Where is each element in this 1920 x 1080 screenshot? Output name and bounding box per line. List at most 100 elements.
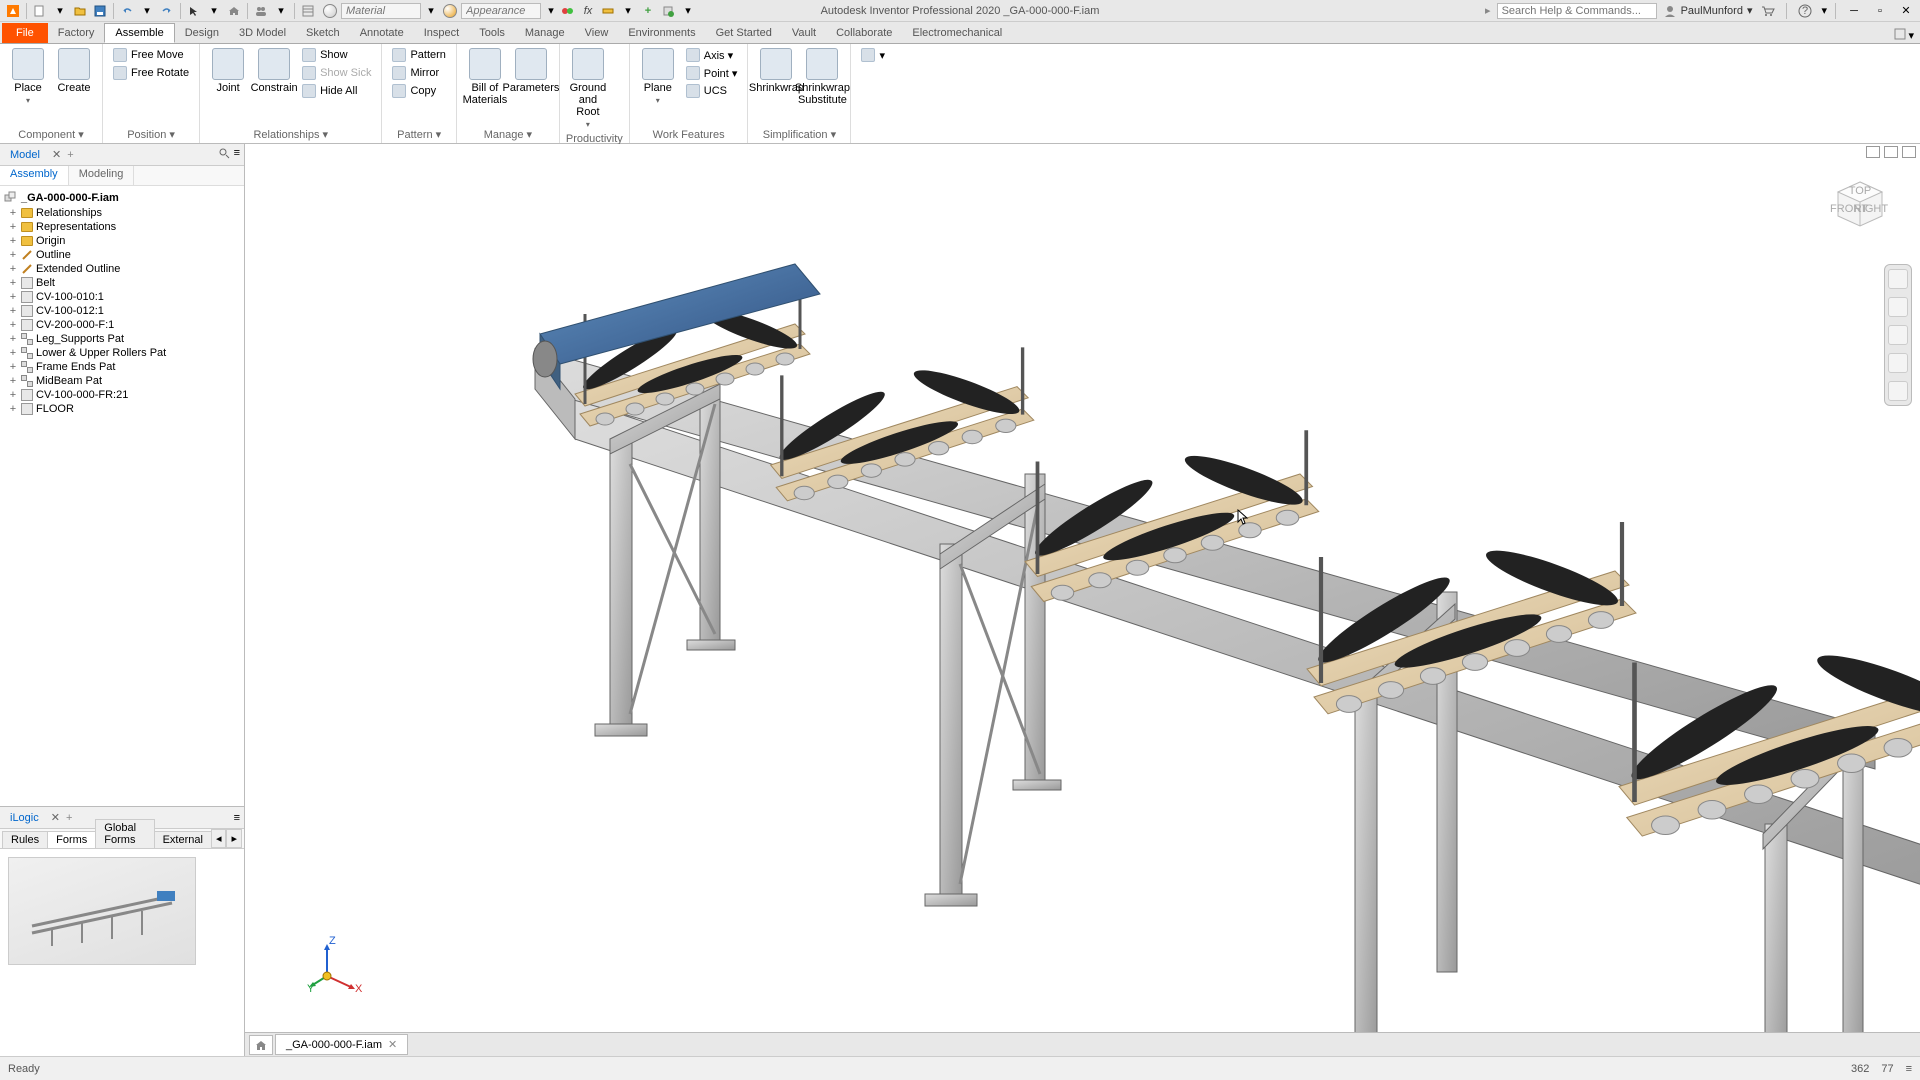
app-menu-icon[interactable]: [4, 2, 22, 20]
chevron-down-icon[interactable]: ▾: [1908, 29, 1914, 42]
tab-tools[interactable]: Tools: [469, 23, 515, 43]
expander-icon[interactable]: +: [8, 207, 18, 219]
tab-inspect[interactable]: Inspect: [414, 23, 469, 43]
expander-icon[interactable]: +: [8, 403, 18, 415]
tab-assemble[interactable]: Assemble: [104, 23, 174, 43]
expander-icon[interactable]: +: [8, 347, 18, 359]
tree-item[interactable]: +FLOOR: [2, 402, 242, 416]
document-tab[interactable]: _GA-000-000-F.iam ✕: [275, 1034, 408, 1055]
tree-item[interactable]: +CV-100-012:1: [2, 304, 242, 318]
add-tab-icon[interactable]: +: [67, 149, 73, 161]
redo-icon[interactable]: [158, 2, 176, 20]
tab-environments[interactable]: Environments: [618, 23, 705, 43]
ilogic-tab-external[interactable]: External: [154, 831, 212, 848]
status-menu-icon[interactable]: ≡: [1906, 1063, 1912, 1075]
expander-icon[interactable]: +: [8, 263, 18, 275]
tree-item[interactable]: +CV-200-000-F:1: [2, 318, 242, 332]
point---button[interactable]: Point ▾: [682, 64, 742, 82]
open-icon[interactable]: [71, 2, 89, 20]
ground-and-root-button[interactable]: Ground and Root: [566, 46, 610, 131]
expander-icon[interactable]: +: [8, 375, 18, 387]
orbit-icon[interactable]: [1888, 353, 1908, 373]
minimize-icon[interactable]: ─: [1844, 3, 1864, 19]
close-icon[interactable]: ✕: [51, 811, 60, 824]
chevron-down-icon[interactable]: ▾: [619, 2, 637, 20]
show-button[interactable]: Show: [298, 46, 375, 64]
tree-item[interactable]: +Lower & Upper Rollers Pat: [2, 346, 242, 360]
chevron-down-icon[interactable]: ▾: [1821, 4, 1827, 17]
shrinkwrap-substitute-button[interactable]: Shrinkwrap Substitute: [800, 46, 844, 108]
model-tab[interactable]: Model: [4, 147, 46, 163]
plane-button[interactable]: Plane: [636, 46, 680, 107]
ilogic-tab-forms[interactable]: Forms: [47, 831, 96, 848]
ilogic-tab[interactable]: iLogic: [4, 810, 45, 826]
file-tab[interactable]: File: [2, 23, 48, 43]
lookat-icon[interactable]: [1888, 381, 1908, 401]
chevron-down-icon[interactable]: ▾: [272, 2, 290, 20]
color-balls-icon[interactable]: [559, 2, 577, 20]
axis---button[interactable]: Axis ▾: [682, 46, 742, 64]
restore-icon[interactable]: ▫: [1870, 3, 1890, 19]
3d-viewport[interactable]: TOP FRONT RIGHT Z X Y _GA-000-000-F.iam …: [245, 144, 1920, 1056]
team-icon[interactable]: [252, 2, 270, 20]
place-button[interactable]: Place: [6, 46, 50, 107]
properties-icon[interactable]: [299, 2, 317, 20]
tab-scroll-icon[interactable]: ◂: [211, 829, 227, 848]
tree-root[interactable]: _GA-000-000-F.iam: [2, 190, 242, 206]
save-icon[interactable]: [91, 2, 109, 20]
expander-icon[interactable]: +: [8, 333, 18, 345]
viewport-maximize-icon[interactable]: [1884, 146, 1898, 158]
tree-item[interactable]: +Belt: [2, 276, 242, 290]
help-search-input[interactable]: [1497, 3, 1657, 19]
tree-item[interactable]: +Origin: [2, 234, 242, 248]
tab-get-started[interactable]: Get Started: [706, 23, 782, 43]
add-tab-icon[interactable]: +: [66, 812, 72, 824]
expander-icon[interactable]: +: [8, 277, 18, 289]
material-selector[interactable]: ▾: [323, 3, 437, 19]
expander-icon[interactable]: +: [8, 221, 18, 233]
parameters-button[interactable]: Parameters: [509, 46, 553, 96]
chevron-down-icon[interactable]: ▾: [679, 2, 697, 20]
menu-icon[interactable]: ≡: [234, 147, 240, 162]
tab-3d-model[interactable]: 3D Model: [229, 23, 296, 43]
chevron-down-icon[interactable]: ▾: [205, 2, 223, 20]
tab-collaborate[interactable]: Collaborate: [826, 23, 902, 43]
tab-electromechanical[interactable]: Electromechanical: [902, 23, 1012, 43]
plus-icon[interactable]: +: [639, 2, 657, 20]
select-icon[interactable]: [185, 2, 203, 20]
tab-annotate[interactable]: Annotate: [350, 23, 414, 43]
expander-icon[interactable]: +: [8, 305, 18, 317]
new-icon[interactable]: [31, 2, 49, 20]
tab-view[interactable]: View: [575, 23, 619, 43]
chevron-down-icon[interactable]: ▾: [51, 2, 69, 20]
close-icon[interactable]: ✕: [1896, 3, 1916, 19]
tree-item[interactable]: +CV-100-010:1: [2, 290, 242, 304]
home-tab-icon[interactable]: [249, 1035, 273, 1055]
chevron-down-icon[interactable]: ▾: [138, 2, 156, 20]
help-icon[interactable]: ?: [1795, 3, 1815, 19]
tab-vault[interactable]: Vault: [782, 23, 826, 43]
fx-icon[interactable]: fx: [579, 2, 597, 20]
expander-icon[interactable]: +: [8, 249, 18, 261]
ucs-button[interactable]: UCS: [682, 82, 742, 100]
tab-factory[interactable]: Factory: [48, 23, 105, 43]
pattern-button[interactable]: Pattern: [388, 46, 449, 64]
chevron-down-icon[interactable]: ▾: [1747, 4, 1753, 17]
ribbon-overflow-button[interactable]: ▾: [857, 46, 889, 64]
ilogic-tab-global-forms[interactable]: Global Forms: [95, 819, 154, 848]
steering-wheel-icon[interactable]: [1888, 269, 1908, 289]
tree-item[interactable]: +Frame Ends Pat: [2, 360, 242, 374]
tab-scroll-icon[interactable]: ▸: [226, 829, 242, 848]
tab-design[interactable]: Design: [175, 23, 229, 43]
mirror-button[interactable]: Mirror: [388, 64, 449, 82]
tab-manage[interactable]: Manage: [515, 23, 575, 43]
ilogic-tab-rules[interactable]: Rules: [2, 831, 48, 848]
cart-icon[interactable]: [1758, 3, 1778, 19]
tree-item[interactable]: +Leg_Supports Pat: [2, 332, 242, 346]
create-button[interactable]: Create: [52, 46, 96, 96]
undo-icon[interactable]: [118, 2, 136, 20]
user-menu[interactable]: PaulMunford ▾: [1663, 4, 1753, 18]
shrinkwrap-button[interactable]: Shrinkwrap: [754, 46, 798, 96]
constrain-button[interactable]: Constrain: [252, 46, 296, 96]
expander-icon[interactable]: +: [8, 319, 18, 331]
